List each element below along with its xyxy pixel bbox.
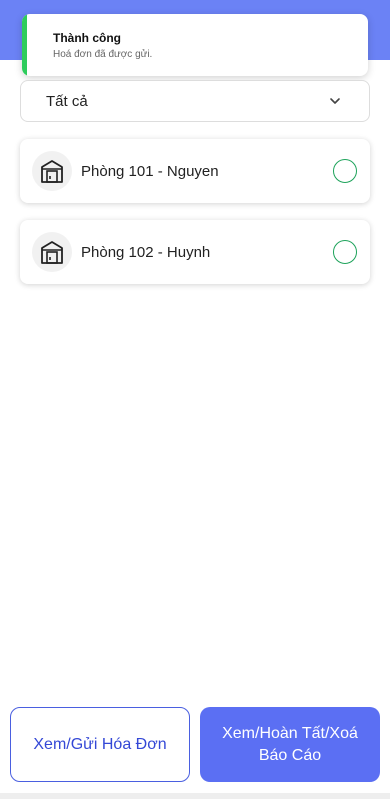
success-toast[interactable]: Thành công Hoá đơn đã được gửi. (22, 14, 368, 76)
bottom-bar (0, 793, 390, 799)
view-send-invoice-button[interactable]: Xem/Gửi Hóa Đơn (10, 707, 190, 782)
room-card[interactable]: Phòng 101 - Nguyen (20, 139, 370, 203)
house-door-icon (41, 241, 63, 264)
toast-message: Hoá đơn đã được gửi. (53, 49, 153, 60)
room-avatar (32, 151, 72, 191)
view-complete-delete-report-button[interactable]: Xem/Hoàn Tất/Xoá Báo Cáo (200, 707, 380, 782)
view-send-invoice-label: Xem/Gửi Hóa Đơn (33, 735, 167, 753)
room-card[interactable]: Phòng 102 - Huynh (20, 220, 370, 284)
room-select-circle[interactable] (333, 159, 357, 183)
room-avatar (32, 232, 72, 272)
chevron-down-icon (330, 98, 340, 104)
toast-title: Thành công (53, 31, 121, 45)
house-door-icon (41, 160, 63, 183)
view-complete-delete-report-label: Xem/Hoàn Tất/Xoá Báo Cáo (222, 724, 358, 764)
filter-select[interactable]: Tất cả (20, 80, 370, 122)
toast-accent-bar (22, 14, 27, 76)
filter-selected-value: Tất cả (46, 93, 88, 110)
room-label: Phòng 101 - Nguyen (81, 163, 219, 180)
room-label: Phòng 102 - Huynh (81, 244, 211, 261)
room-select-circle[interactable] (333, 240, 357, 264)
